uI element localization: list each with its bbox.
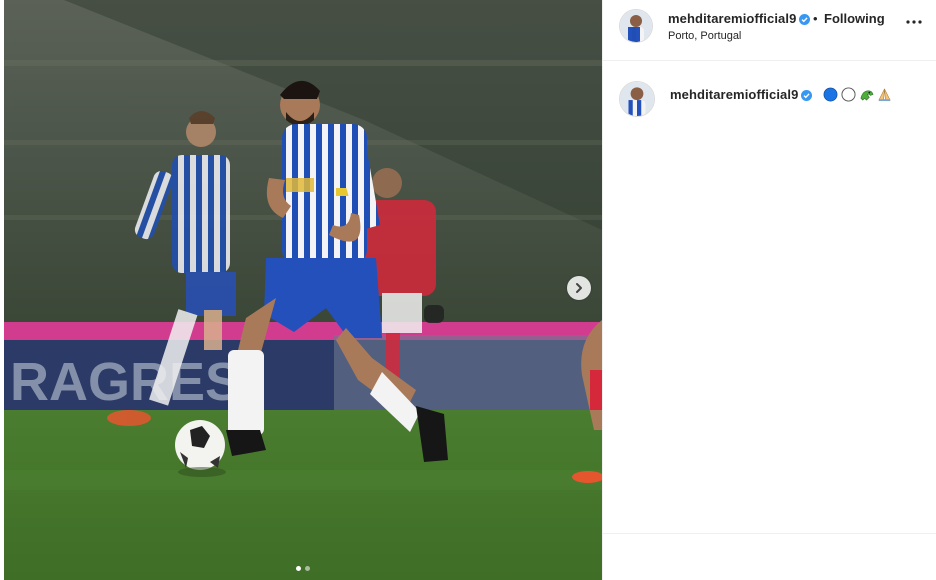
avatar-image [620,82,654,116]
post-header: mehditaremiofficial9 • Following Porto, … [603,0,936,61]
folded-hands-icon [878,88,891,102]
carousel-dot-active [296,566,301,571]
username-link[interactable]: mehditaremiofficial9 [668,11,811,26]
dragon-icon [860,90,874,101]
following-button[interactable]: Following [824,11,885,26]
next-slide-button[interactable] [567,276,591,300]
caption-comment: mehditaremiofficial9 [603,78,936,122]
caption-username-link[interactable]: mehditaremiofficial9 [670,87,813,102]
more-options-icon[interactable] [905,17,923,27]
blue-circle-icon [823,87,838,102]
white-circle-icon [841,87,856,102]
avatar-image [620,10,652,42]
verified-badge-icon [801,90,813,101]
soccer-match-photo: RAGRES [4,0,602,580]
caption-username-text: mehditaremiofficial9 [670,87,799,102]
location-link[interactable]: Porto, Portugal [668,30,741,42]
carousel-indicator [4,566,602,571]
verified-badge-icon [799,14,811,25]
carousel-dot [305,566,310,571]
avatar[interactable] [619,81,655,117]
avatar[interactable] [619,9,653,43]
post-photo[interactable]: RAGRES [4,0,602,580]
post-side-panel: mehditaremiofficial9 • Following Porto, … [602,0,936,580]
divider [603,533,936,534]
username-text: mehditaremiofficial9 [668,11,797,26]
caption-emojis [823,87,892,102]
separator-dot: • [813,11,818,26]
svg-text:RAGRES: RAGRES [10,352,241,412]
chevron-right-icon [576,283,582,293]
